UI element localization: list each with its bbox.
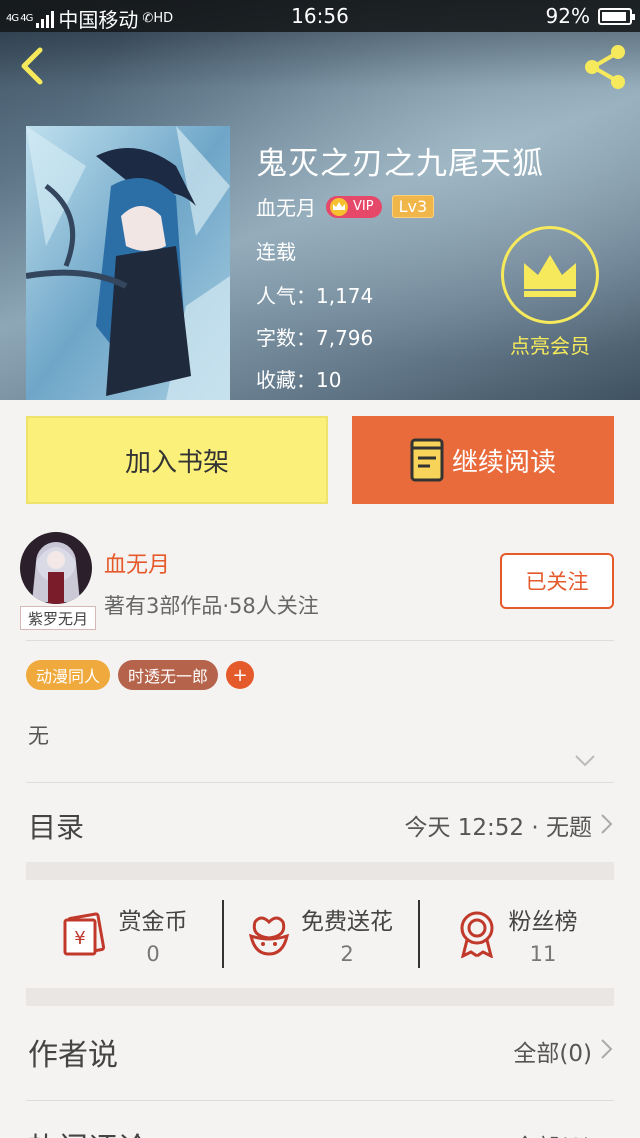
word-count: 字数：7,796 [256, 326, 374, 350]
back-button[interactable] [14, 44, 54, 88]
book-author[interactable]: 血无月 [256, 192, 316, 221]
continue-reading-button[interactable]: 继续阅读 [352, 416, 614, 504]
section-separator [26, 862, 614, 880]
engagement-stats: ¥ 赏金币 0 免费送花 2 粉丝榜 11 [26, 880, 614, 988]
author-info-row: 血无月 VIP Lv3 [256, 192, 435, 221]
network-type: 4G 4G [6, 12, 33, 24]
tag-list: 动漫同人 时透无一郎 + [26, 660, 255, 690]
avatar-tag: 紫罗无月 [20, 606, 96, 630]
favorites-count: 收藏：10 [256, 368, 342, 392]
battery-percent: 92% [545, 4, 590, 28]
author-says-row[interactable]: 作者说 全部(0) [0, 1010, 640, 1090]
book-description: 无 [28, 724, 49, 748]
share-icon [585, 45, 625, 89]
stat-label: 免费送花 [301, 909, 393, 935]
hot-comments-row[interactable]: 热门评论 全部(0) [0, 1104, 640, 1138]
add-to-shelf-button[interactable]: 加入书架 [26, 416, 328, 504]
level-badge: Lv3 [391, 195, 435, 218]
medal-icon [460, 911, 493, 958]
section-separator [26, 988, 614, 1006]
stat-label: 粉丝榜 [508, 909, 578, 935]
divider [26, 640, 614, 641]
serial-status: 连载 [256, 240, 296, 264]
latest-chapter: 今天 12:52 · 无题 [404, 815, 592, 841]
book-icon [410, 438, 444, 482]
chevron-left-icon [21, 47, 43, 85]
popularity-count: 人气：1,174 [256, 284, 374, 308]
book-cover[interactable] [26, 126, 230, 400]
avatar-image [20, 532, 92, 604]
stat-value: 11 [529, 942, 557, 966]
author-says-count: 全部(0) [513, 1041, 592, 1067]
catalog-row[interactable]: 目录 今天 12:52 · 无题 [0, 784, 640, 862]
reward-coins-button[interactable]: ¥ 赏金币 0 [26, 880, 222, 988]
crown-icon [524, 255, 576, 297]
avatar[interactable] [20, 532, 92, 604]
hot-comments-title: 热门评论 [28, 1124, 148, 1138]
vip-crown-icon [330, 197, 348, 216]
chevron-down-icon[interactable] [574, 754, 596, 768]
share-button[interactable] [580, 42, 630, 92]
stat-value: 2 [340, 942, 354, 966]
chevron-right-icon [601, 814, 613, 834]
battery-icon [598, 7, 635, 25]
hot-comments-count: 全部(0) [513, 1128, 592, 1138]
tag-item[interactable]: 时透无一郎 [118, 660, 219, 690]
status-bar: 4G 4G 中国移动 ✆HD 16:56 92% [0, 0, 640, 32]
signal-icon [36, 10, 55, 28]
book-title: 鬼灭之刃之九尾天狐 [256, 146, 544, 182]
tag-item[interactable]: 动漫同人 [26, 660, 111, 690]
author-stats: 著有3部作品·58人关注 [104, 594, 319, 618]
svg-text:¥: ¥ [74, 928, 85, 949]
add-tag-button[interactable]: + [226, 661, 255, 689]
book-cover-image [26, 126, 230, 400]
catalog-title: 目录 [28, 811, 85, 844]
divider [26, 782, 614, 783]
vip-member-label: 点亮会员 [510, 334, 590, 358]
vip-member-button[interactable]: 点亮会员 [500, 226, 600, 359]
follow-button[interactable]: 已关注 [500, 553, 614, 609]
book-header: 4G 4G 中国移动 ✆HD 16:56 92% 鬼灭之刃之九尾天狐 血无月 V… [0, 0, 640, 400]
divider [26, 1100, 614, 1101]
chevron-right-icon [601, 1039, 613, 1059]
vip-badge: VIP [326, 195, 382, 218]
red-envelope-icon: ¥ [63, 912, 105, 956]
carrier-name: 中国移动 [58, 8, 139, 32]
free-flower-button[interactable]: 免费送花 2 [222, 880, 418, 988]
stat-value: 0 [146, 942, 160, 966]
continue-reading-label: 继续阅读 [451, 447, 556, 478]
call-hd-icon: ✆HD [142, 11, 174, 26]
vip-member-circle [501, 226, 599, 324]
author-name[interactable]: 血无月 [104, 547, 170, 579]
stat-label: 赏金币 [118, 909, 188, 935]
author-says-title: 作者说 [28, 1038, 118, 1073]
flower-icon [248, 916, 290, 956]
fan-ranking-button[interactable]: 粉丝榜 11 [418, 880, 614, 988]
